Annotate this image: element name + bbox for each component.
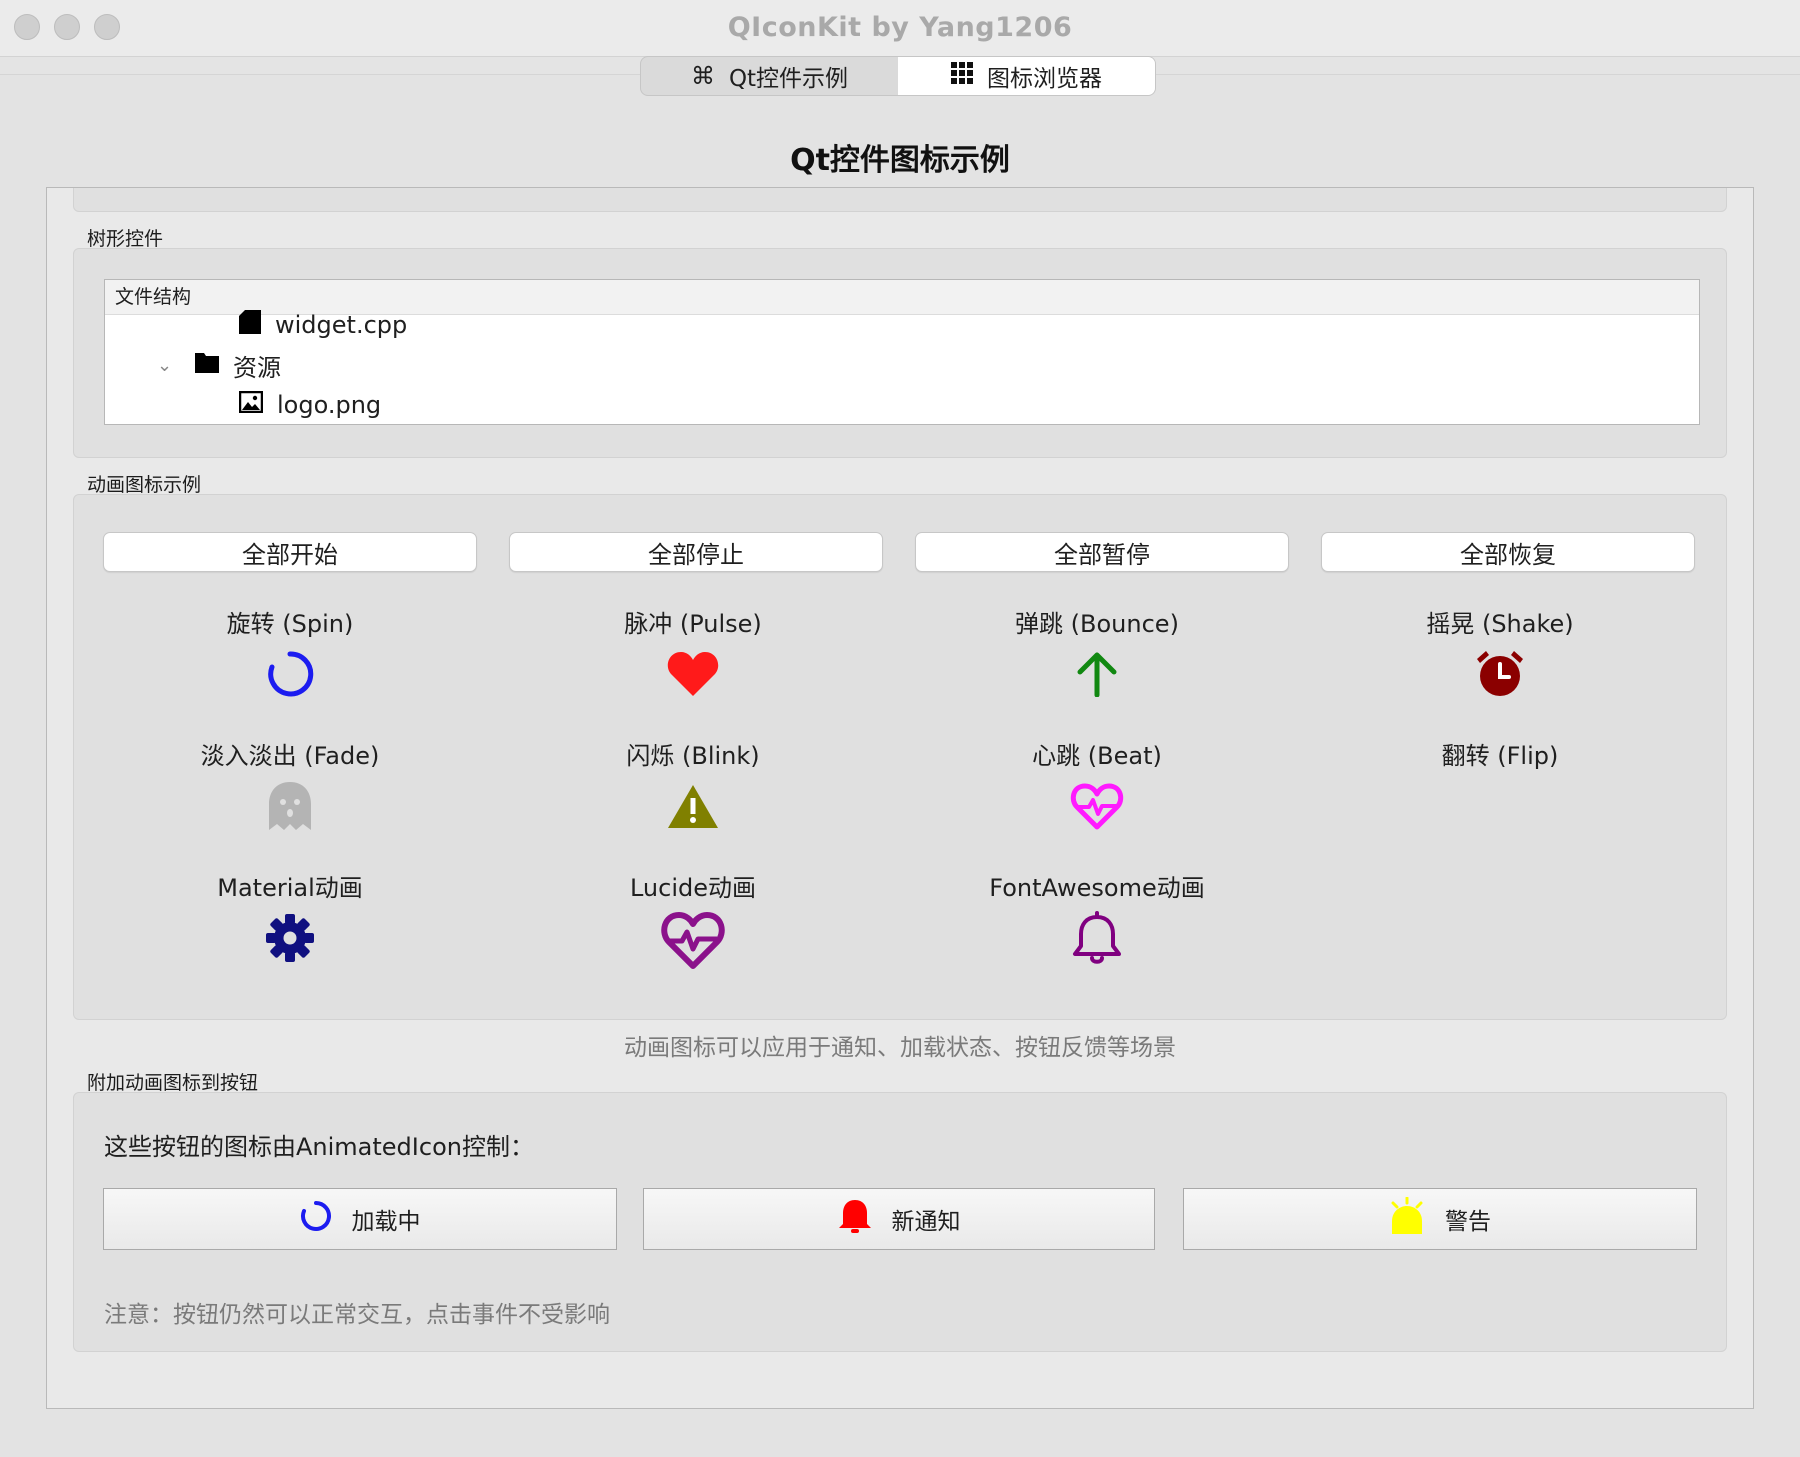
stop-all-button[interactable]: 全部停止 [509,532,883,572]
anim-label-lucide: Lucide动画 [629,874,757,902]
anim-group-label: 动画图标示例 [87,474,202,496]
tree-item-widget-cpp[interactable]: widget.cpp [239,306,407,344]
anim-label-pulse: 脉冲 (Pulse) [624,610,762,638]
button-label: 加载中 [351,1209,421,1235]
bell-icon [838,1198,872,1240]
chevron-down-icon[interactable]: ⌄ [157,355,181,376]
bell-icon [1062,908,1132,968]
button-label: 新通知 [891,1209,961,1235]
command-icon: ⌘ [690,62,715,90]
warning-button[interactable]: 警告 [1183,1188,1697,1250]
spinner-icon [300,1200,332,1238]
spinner-icon [255,644,325,704]
tab-content: Qt控件图标示例 树形控件 文件结构 widget.cpp ⌄ 资源 logo.… [0,74,1800,1457]
anim-label-fade: 淡入淡出 (Fade) [200,742,380,770]
loading-button[interactable]: 加载中 [103,1188,617,1250]
heart-icon [658,644,728,704]
anim-label-blink: 闪烁 (Blink) [626,742,760,770]
scroll-area[interactable]: 树形控件 文件结构 widget.cpp ⌄ 资源 logo.png 动画图标示… [46,187,1754,1409]
anim-label-shake: 摇晃 (Shake) [1426,610,1574,638]
start-all-button[interactable]: 全部开始 [103,532,477,572]
arrow-up-icon [1062,644,1132,704]
attach-group-label: 附加动画图标到按钮 [87,1072,259,1094]
window-title: QIconKit by Yang1206 [727,12,1073,43]
new-notification-button[interactable]: 新通知 [643,1188,1155,1250]
warning-icon [658,776,728,836]
tree-item-label: widget.cpp [275,311,408,339]
tab-label: 图标浏览器 [987,66,1102,92]
alarm-clock-icon [1465,644,1535,704]
tree-item-label: 资源 [233,353,281,382]
anim-label-beat: 心跳 (Beat) [1032,742,1162,770]
anim-label-fontawesome: FontAwesome动画 [989,874,1205,902]
file-icon [239,310,261,340]
heart-pulse-icon [655,904,731,974]
tab-qt-widgets[interactable]: ⌘ Qt控件示例 [641,57,898,95]
page-title: Qt控件图标示例 [790,143,1010,178]
anim-label-material: Material动画 [217,874,363,902]
attach-note: 注意：按钮仍然可以正常交互，点击事件不受影响 [104,1302,610,1328]
tab-label: Qt控件示例 [728,66,849,92]
attach-description: 这些按钮的图标由AnimatedIcon控制： [104,1133,534,1161]
alert-light-icon [1389,1196,1425,1241]
tree-item-logo-png[interactable]: logo.png [238,386,382,424]
title-bar: QIconKit by Yang1206 [0,0,1800,57]
anim-label-bounce: 弹跳 (Bounce) [1015,610,1179,638]
pause-all-button[interactable]: 全部暂停 [915,532,1289,572]
tab-bar: ⌘ Qt控件示例 图标浏览器 [640,56,1156,96]
tab-icon-browser[interactable]: 图标浏览器 [898,57,1155,95]
tree-item-label: logo.png [277,391,382,419]
tree-group-label: 树形控件 [87,228,164,250]
anim-label-spin: 旋转 (Spin) [226,610,354,638]
hint-text: 动画图标可以应用于通知、加载状态、按钮反馈等场景 [624,1035,1176,1061]
folder-icon [195,351,219,379]
file-tree[interactable]: 文件结构 widget.cpp ⌄ 资源 logo.png [104,279,1700,425]
resume-all-button[interactable]: 全部恢复 [1321,532,1695,572]
button-label: 警告 [1445,1209,1491,1235]
app-window: QIconKit by Yang1206 ⌘ Qt控件示例 图标浏览器 Qt控件… [0,0,1800,1457]
tree-item-resources[interactable]: ⌄ 资源 [157,346,281,384]
previous-group-box [73,188,1727,212]
tree-group-box: 文件结构 widget.cpp ⌄ 资源 logo.png [73,248,1727,458]
image-icon [238,390,264,419]
heart-pulse-icon [1062,776,1132,836]
gear-icon [255,908,325,968]
ghost-icon [255,776,325,836]
anim-label-flip: 翻转 (Flip) [1441,742,1559,770]
grid-icon [951,62,973,90]
